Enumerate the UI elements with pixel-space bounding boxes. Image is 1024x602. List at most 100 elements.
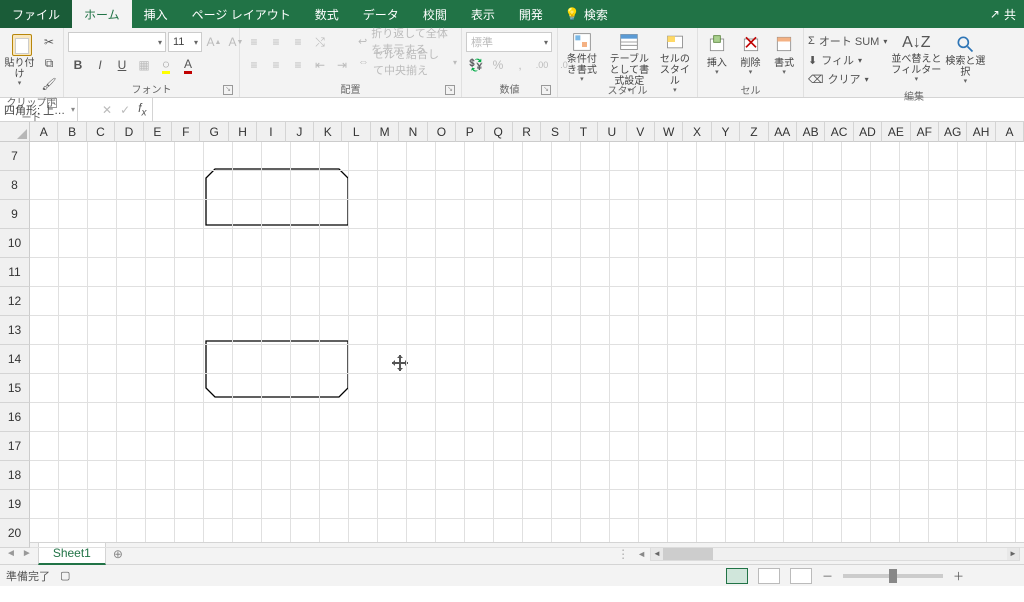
tab-insert[interactable]: 挿入 xyxy=(132,0,180,28)
share-button[interactable]: ↗ 共 xyxy=(982,0,1024,28)
column-header-R[interactable]: R xyxy=(513,122,541,142)
column-header-G[interactable]: G xyxy=(200,122,228,142)
column-header-D[interactable]: D xyxy=(115,122,143,142)
increase-indent-button[interactable]: ⇥ xyxy=(332,55,352,75)
horizontal-scrollbar[interactable]: ◄ ► xyxy=(650,547,1020,561)
tab-file[interactable]: ファイル xyxy=(0,0,72,28)
page-break-view-button[interactable] xyxy=(790,568,812,584)
enter-formula-button[interactable]: ✓ xyxy=(120,103,130,117)
increase-font-button[interactable]: A▲ xyxy=(204,32,224,52)
insert-function-button[interactable]: fx xyxy=(138,101,146,118)
tab-view[interactable]: 表示 xyxy=(459,0,507,28)
tell-me-search[interactable]: 💡 検索 xyxy=(555,0,618,28)
column-header-C[interactable]: C xyxy=(87,122,115,142)
tab-data[interactable]: データ xyxy=(351,0,411,28)
column-header-AC[interactable]: AC xyxy=(825,122,853,142)
row-header-13[interactable]: 13 xyxy=(0,316,30,345)
tab-review[interactable]: 校閲 xyxy=(411,0,459,28)
row-header-14[interactable]: 14 xyxy=(0,345,30,374)
format-as-table-button[interactable]: テーブルとして書式設定▾ xyxy=(606,30,653,82)
sort-filter-button[interactable]: A↓Z 並べ替えとフィルター▾ xyxy=(891,32,941,84)
hscroll-left-button[interactable]: ◄ xyxy=(637,549,646,559)
row-header-15[interactable]: 15 xyxy=(0,374,30,403)
delete-cells-button[interactable]: 削除▾ xyxy=(736,30,766,82)
align-middle-button[interactable]: ≡ xyxy=(266,32,286,52)
format-painter-button[interactable]: 🖌 xyxy=(39,74,59,94)
column-header-K[interactable]: K xyxy=(314,122,342,142)
zoom-out-button[interactable]: － xyxy=(822,568,833,584)
decrease-indent-button[interactable]: ⇤ xyxy=(310,55,330,75)
copy-button[interactable]: ⧉ xyxy=(39,53,59,73)
column-header-E[interactable]: E xyxy=(144,122,172,142)
name-box[interactable]: 四角形: 上… ▾ xyxy=(0,98,78,121)
column-header-Q[interactable]: Q xyxy=(485,122,513,142)
comma-button[interactable]: , xyxy=(510,55,530,75)
row-header-20[interactable]: 20 xyxy=(0,519,30,548)
row-header-7[interactable]: 7 xyxy=(0,142,30,171)
column-header-P[interactable]: P xyxy=(456,122,484,142)
row-header-11[interactable]: 11 xyxy=(0,258,30,287)
paste-button[interactable]: 貼り付け ▾ xyxy=(4,30,35,82)
column-header-H[interactable]: H xyxy=(229,122,257,142)
autosum-button[interactable]: Σオート SUM▾ xyxy=(808,32,887,50)
chevron-down-icon[interactable]: ▾ xyxy=(71,105,75,114)
format-cells-button[interactable]: 書式▾ xyxy=(769,30,799,82)
column-header-T[interactable]: T xyxy=(570,122,598,142)
dialog-launcher-icon[interactable]: ↘ xyxy=(223,85,233,95)
column-header-AE[interactable]: AE xyxy=(882,122,910,142)
column-header-I[interactable]: I xyxy=(257,122,285,142)
column-header-N[interactable]: N xyxy=(399,122,427,142)
shape-rounded-rect-2[interactable] xyxy=(205,340,349,398)
font-color-button[interactable]: A xyxy=(178,55,198,75)
conditional-formatting-button[interactable]: 条件付き書式▾ xyxy=(562,30,602,82)
zoom-slider-handle[interactable] xyxy=(889,569,897,583)
percent-button[interactable]: % xyxy=(488,55,508,75)
sheet-nav-next[interactable]: ► xyxy=(22,548,32,559)
font-name-select[interactable] xyxy=(68,32,166,52)
column-header-M[interactable]: M xyxy=(371,122,399,142)
cancel-formula-button[interactable]: ✕ xyxy=(102,103,112,117)
fill-button[interactable]: ⬇フィル▾ xyxy=(808,51,887,69)
normal-view-button[interactable] xyxy=(726,568,748,584)
column-header-O[interactable]: O xyxy=(428,122,456,142)
italic-button[interactable]: I xyxy=(90,55,110,75)
insert-cells-button[interactable]: 挿入▾ xyxy=(702,30,732,82)
column-header-U[interactable]: U xyxy=(598,122,626,142)
clear-button[interactable]: ⌫クリア▾ xyxy=(808,70,887,88)
row-header-19[interactable]: 19 xyxy=(0,490,30,519)
column-header-B[interactable]: B xyxy=(58,122,86,142)
column-header-AB[interactable]: AB xyxy=(797,122,825,142)
find-select-button[interactable]: 検索と選択▾ xyxy=(945,32,985,84)
column-header-S[interactable]: S xyxy=(541,122,569,142)
font-size-select[interactable]: 11 xyxy=(168,32,202,52)
row-header-16[interactable]: 16 xyxy=(0,403,30,432)
align-right-button[interactable]: ≡ xyxy=(288,55,308,75)
align-center-button[interactable]: ≡ xyxy=(266,55,286,75)
shape-rounded-rect-1[interactable] xyxy=(205,168,349,226)
hscroll-right-icon[interactable]: ► xyxy=(1007,548,1019,560)
merge-center-button[interactable]: ⇔セルを結合して中央揃え▾ xyxy=(358,53,457,71)
column-header-F[interactable]: F xyxy=(172,122,200,142)
tab-formulas[interactable]: 数式 xyxy=(303,0,351,28)
row-header-18[interactable]: 18 xyxy=(0,461,30,490)
fill-color-button[interactable]: ◌ xyxy=(156,55,176,75)
column-header-J[interactable]: J xyxy=(286,122,314,142)
orientation-button[interactable]: ⤭ xyxy=(310,32,330,52)
cell-styles-button[interactable]: セルのスタイル▾ xyxy=(657,30,693,82)
column-header-V[interactable]: V xyxy=(627,122,655,142)
cut-button[interactable]: ✂ xyxy=(39,32,59,52)
column-header-AA[interactable]: AA xyxy=(769,122,797,142)
select-all-corner[interactable] xyxy=(0,122,30,142)
bold-button[interactable]: B xyxy=(68,55,88,75)
hscroll-thumb[interactable] xyxy=(663,548,713,560)
row-header-10[interactable]: 10 xyxy=(0,229,30,258)
column-header-Y[interactable]: Y xyxy=(712,122,740,142)
number-format-select[interactable]: 標準 xyxy=(466,32,552,52)
worksheet-grid[interactable]: ABCDEFGHIJKLMNOPQRSTUVWXYZAAABACADAEAFAG… xyxy=(0,122,1024,542)
column-header-W[interactable]: W xyxy=(655,122,683,142)
sheet-nav-prev[interactable]: ◄ xyxy=(6,548,16,559)
row-header-9[interactable]: 9 xyxy=(0,200,30,229)
page-layout-view-button[interactable] xyxy=(758,568,780,584)
row-header-8[interactable]: 8 xyxy=(0,171,30,200)
column-header-AF[interactable]: AF xyxy=(911,122,939,142)
